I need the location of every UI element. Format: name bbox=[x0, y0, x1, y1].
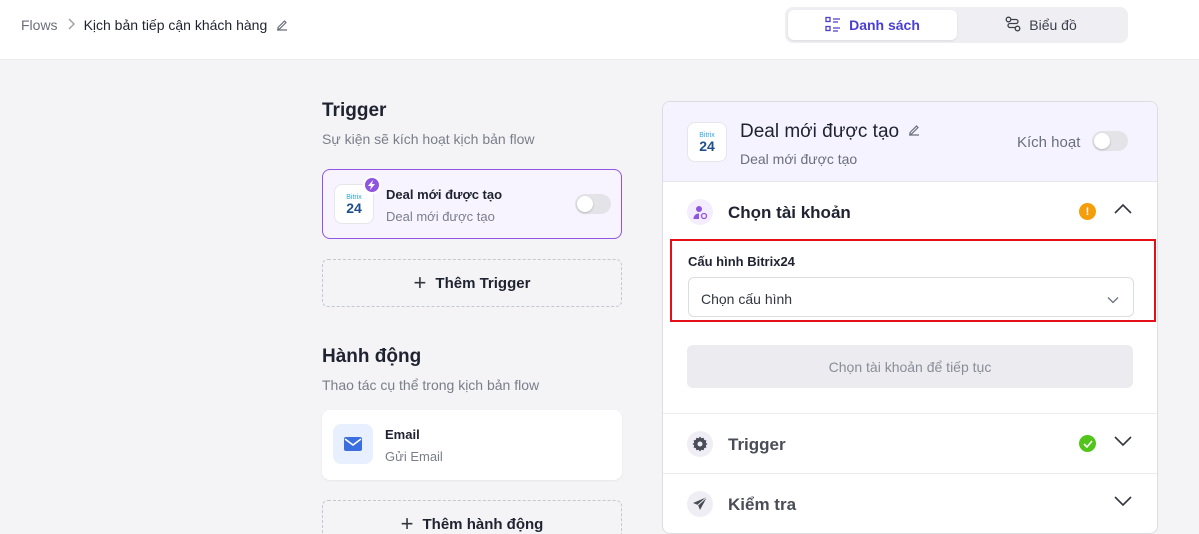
chevron-right-icon bbox=[67, 18, 75, 33]
trigger-section-title: Trigger bbox=[322, 100, 387, 121]
trigger-enable-toggle[interactable] bbox=[575, 194, 611, 214]
add-trigger-label: Thêm Trigger bbox=[435, 274, 531, 292]
add-trigger-button[interactable]: + Thêm Trigger bbox=[322, 259, 622, 307]
check-circle-icon bbox=[1079, 435, 1096, 452]
trigger-section-header[interactable]: Trigger bbox=[663, 413, 1157, 473]
view-list-button[interactable]: Danh sách bbox=[788, 10, 957, 40]
chevron-down-icon bbox=[1107, 291, 1119, 309]
action-card-subtitle: Gửi Email bbox=[385, 449, 443, 464]
send-icon bbox=[687, 491, 713, 517]
account-section-header[interactable]: Chọn tài khoản ! bbox=[663, 182, 1157, 242]
activate-label: Kích hoạt bbox=[1017, 134, 1081, 151]
action-card-email[interactable]: Email Gửi Email bbox=[322, 410, 622, 480]
action-card-title: Email bbox=[385, 427, 420, 442]
bitrix-logo-number: 24 bbox=[346, 199, 362, 216]
gear-icon bbox=[687, 431, 713, 457]
user-settings-icon bbox=[687, 199, 713, 225]
edit-pencil-icon[interactable] bbox=[907, 121, 921, 143]
panel-header: Bitrix 24 Deal mới được tạo Deal mới đượ… bbox=[663, 102, 1157, 182]
bitrix24-logo: Bitrix 24 bbox=[687, 122, 727, 162]
continue-button[interactable]: Chọn tài khoản để tiếp tục bbox=[687, 345, 1133, 388]
trigger-card-title: Deal mới được tạo bbox=[386, 187, 503, 202]
panel-title: Deal mới được tạo bbox=[740, 121, 921, 143]
breadcrumb-flows-link[interactable]: Flows bbox=[21, 17, 58, 33]
config-label: Cấu hình Bitrix24 bbox=[688, 254, 795, 269]
edit-pencil-icon[interactable] bbox=[275, 18, 289, 32]
warning-icon: ! bbox=[1079, 203, 1096, 220]
bitrix-logo-number: 24 bbox=[699, 137, 715, 154]
view-chart-label: Biểu đồ bbox=[1029, 17, 1077, 33]
trigger-detail-panel: Bitrix 24 Deal mới được tạo Deal mới đượ… bbox=[662, 101, 1158, 534]
action-section-subtitle: Thao tác cụ thể trong kịch bản flow bbox=[322, 377, 540, 393]
add-action-button[interactable]: + Thêm hành động bbox=[322, 500, 622, 534]
view-list-label: Danh sách bbox=[849, 17, 920, 33]
activate-toggle[interactable] bbox=[1092, 131, 1128, 151]
test-section-header[interactable]: Kiểm tra bbox=[663, 473, 1157, 533]
config-select[interactable]: Chọn cấu hình bbox=[688, 277, 1134, 317]
plus-icon: + bbox=[413, 270, 427, 295]
mail-icon bbox=[333, 424, 373, 464]
action-section: Hành động Thao tác cụ thể trong kịch bản… bbox=[322, 346, 622, 393]
account-section-label: Chọn tài khoản bbox=[728, 203, 851, 222]
breadcrumb: Flows Kịch bản tiếp cận khách hàng bbox=[21, 17, 289, 33]
action-section-title: Hành động bbox=[322, 346, 422, 367]
chevron-down-icon[interactable] bbox=[1113, 494, 1133, 512]
panel-subtitle: Deal mới được tạo bbox=[740, 151, 858, 167]
lightning-icon bbox=[363, 176, 381, 194]
flow-chart-icon bbox=[1005, 16, 1021, 35]
trigger-section: Trigger Sự kiện sẽ kích hoạt kịch bản fl… bbox=[322, 100, 622, 147]
plus-icon: + bbox=[400, 511, 414, 534]
bitrix24-config-field: Cấu hình Bitrix24 Chọn cấu hình bbox=[670, 239, 1156, 322]
panel-title-text: Deal mới được tạo bbox=[740, 121, 900, 142]
config-select-value: Chọn cấu hình bbox=[701, 291, 793, 307]
chevron-down-icon[interactable] bbox=[1113, 434, 1133, 452]
trigger-section-label: Trigger bbox=[728, 435, 786, 454]
test-section-label: Kiểm tra bbox=[728, 495, 797, 514]
trigger-card-subtitle: Deal mới được tạo bbox=[386, 209, 495, 224]
trigger-card[interactable]: Bitrix 24 Deal mới được tạo Deal mới đượ… bbox=[322, 169, 622, 239]
add-action-label: Thêm hành động bbox=[422, 515, 544, 533]
top-bar: Flows Kịch bản tiếp cận khách hàng Danh … bbox=[0, 0, 1199, 60]
trigger-section-subtitle: Sự kiện sẽ kích hoạt kịch bản flow bbox=[322, 131, 535, 147]
chevron-up-icon[interactable] bbox=[1113, 202, 1133, 220]
view-chart-button[interactable]: Biểu đồ bbox=[957, 10, 1125, 40]
view-toggle: Danh sách Biểu đồ bbox=[785, 7, 1128, 43]
breadcrumb-current: Kịch bản tiếp cận khách hàng bbox=[83, 17, 268, 33]
list-icon bbox=[825, 16, 841, 35]
